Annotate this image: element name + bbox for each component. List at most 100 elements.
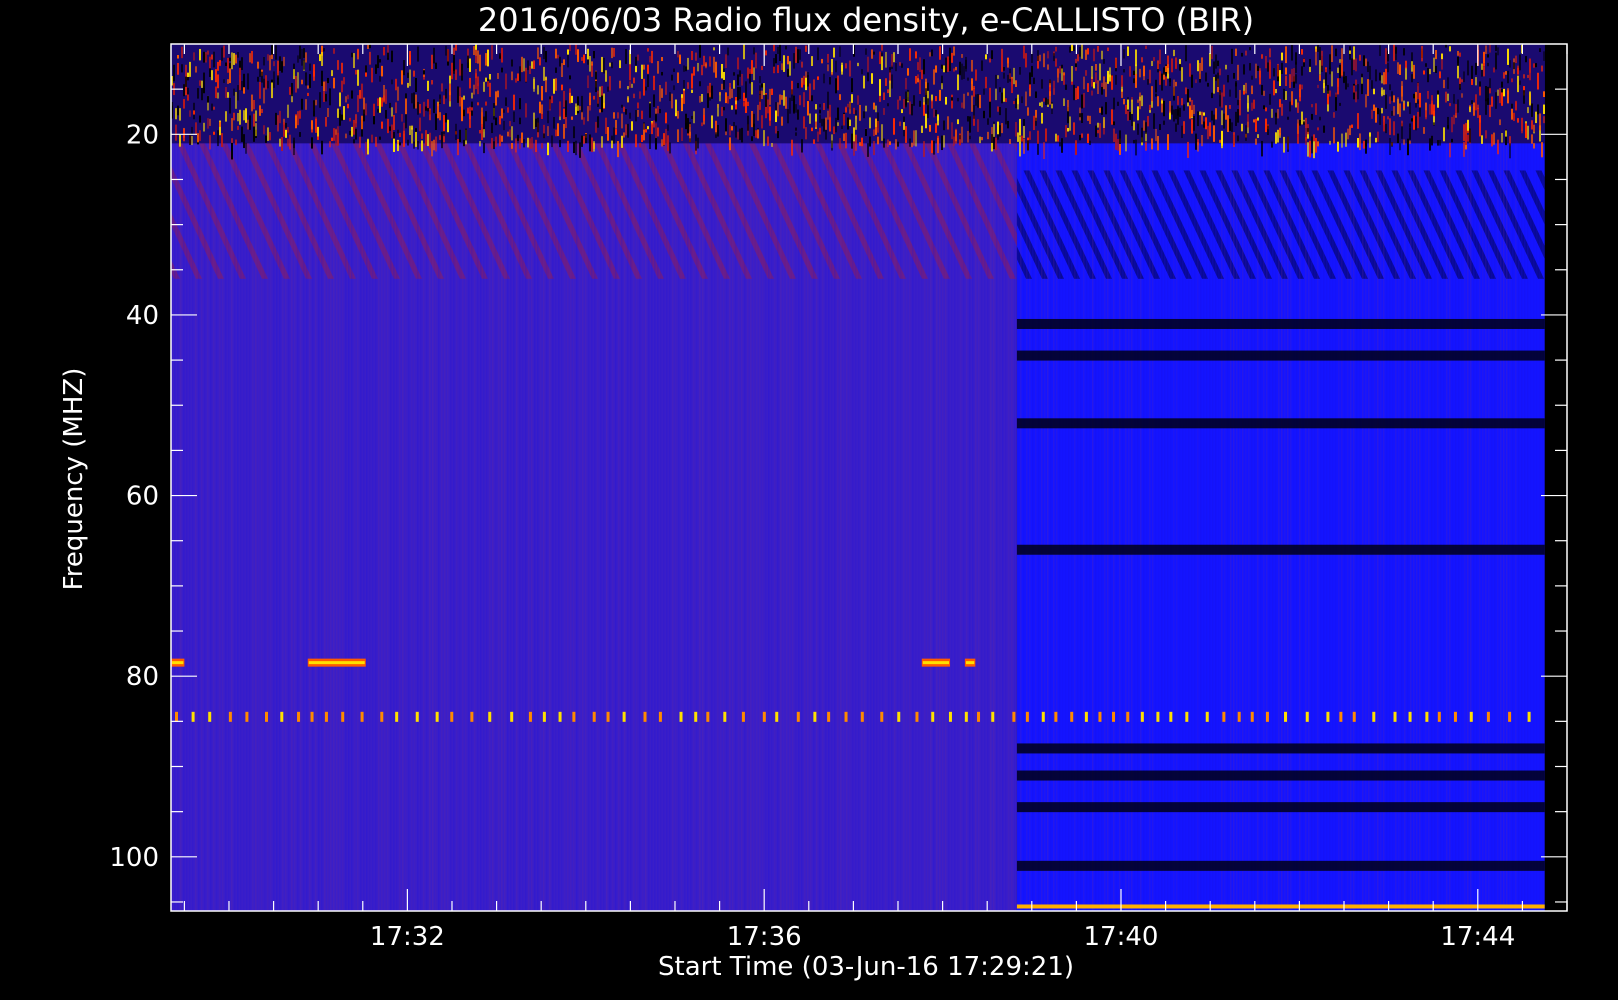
noisy-band-speckle (1257, 134, 1259, 138)
noisy-band-speckle (731, 88, 733, 98)
noisy-band-speckle (1039, 102, 1041, 106)
noisy-band-speckle (405, 114, 407, 129)
noisy-band-speckle (633, 93, 635, 99)
noisy-band-speckle (1215, 54, 1217, 69)
noisy-band-speckle (999, 107, 1001, 116)
noise-streak (801, 44, 803, 911)
noisy-band-speckle (335, 129, 337, 135)
noisy-band-speckle (263, 125, 265, 135)
noisy-band-speckle (231, 138, 233, 143)
noise-streak (207, 44, 209, 911)
noisy-band-speckle (1385, 94, 1387, 109)
noisy-band-speckle (1351, 58, 1353, 76)
noisy-band-speckle (183, 84, 185, 97)
noisy-band-speckle (1191, 99, 1193, 117)
noise-streak (1413, 44, 1415, 911)
noisy-band-speckle (927, 98, 929, 115)
noisy-band-speckle (903, 116, 905, 122)
noisy-band-speckle (599, 109, 601, 113)
noisy-band-speckle (547, 142, 549, 156)
noisy-band-speckle (823, 73, 825, 84)
noisy-band-speckle (1279, 70, 1281, 87)
noisy-band-speckle (929, 124, 931, 132)
noisy-band-speckle (1195, 79, 1197, 83)
noisy-band-speckle (1541, 142, 1543, 158)
noisy-band-speckle (1201, 134, 1203, 147)
noisy-band-speckle (1361, 77, 1363, 84)
noise-streak (999, 44, 1001, 911)
noisy-band-speckle (221, 133, 223, 148)
noise-streak (852, 44, 854, 911)
noisy-band-speckle (199, 115, 201, 123)
noisy-band-speckle (337, 60, 339, 70)
noisy-band-speckle (1193, 104, 1195, 115)
noisy-band-speckle (369, 51, 371, 65)
noisy-band-speckle (1313, 141, 1315, 159)
noisy-band-speckle (971, 59, 973, 72)
noisy-band-speckle (1493, 132, 1495, 145)
noisy-band-speckle (1281, 52, 1283, 61)
noisy-band-speckle (271, 82, 273, 99)
noisy-band-speckle (361, 115, 363, 130)
noisy-band-speckle (267, 127, 269, 141)
noise-streak (366, 44, 368, 911)
noisy-band-speckle (1511, 78, 1513, 83)
noisy-band-speckle (269, 55, 271, 71)
noisy-band-speckle (1393, 95, 1395, 103)
noisy-band-speckle (447, 49, 449, 62)
noisy-band-speckle (859, 142, 861, 146)
noise-streak (264, 44, 266, 911)
noisy-band-speckle (839, 94, 841, 101)
noisy-band-speckle (293, 140, 295, 156)
noisy-band-speckle (519, 138, 521, 149)
noise-streak (249, 44, 251, 911)
noisy-band-speckle (1351, 124, 1353, 128)
noisy-band-speckle (1073, 46, 1075, 51)
noisy-band-speckle (1501, 81, 1503, 88)
noisy-band-speckle (655, 113, 657, 122)
spike (175, 711, 178, 722)
noisy-band-speckle (903, 122, 905, 130)
noisy-band-speckle (331, 70, 333, 77)
noisy-band-speckle (1105, 82, 1107, 97)
noise-streak (945, 44, 947, 911)
noisy-band-speckle (717, 103, 719, 117)
noisy-band-speckle (941, 83, 943, 90)
noise-streak (819, 44, 821, 911)
noise-streak (1026, 44, 1028, 911)
noisy-band-speckle (1413, 93, 1415, 99)
noisy-band-speckle (1479, 119, 1481, 137)
noisy-band-speckle (635, 66, 637, 73)
noisy-band-speckle (1491, 96, 1493, 107)
noisy-band-speckle (571, 116, 573, 120)
noisy-band-speckle (1477, 104, 1479, 110)
noisy-band-speckle (413, 104, 415, 108)
noisy-band-speckle (235, 139, 237, 146)
noisy-band-speckle (777, 131, 779, 139)
noise-streak (834, 44, 836, 911)
noise-streak (1128, 44, 1130, 911)
noisy-band-speckle (343, 106, 345, 120)
noise-streak (1224, 44, 1226, 911)
noisy-band-speckle (851, 78, 853, 93)
noise-streak (1191, 44, 1193, 911)
noisy-band-speckle (933, 108, 935, 118)
noisy-band-speckle (751, 110, 753, 128)
noise-streak (273, 44, 275, 911)
noise-streak (420, 44, 422, 911)
noisy-band-speckle (231, 142, 233, 160)
noisy-band-speckle (885, 51, 887, 68)
noise-streak (315, 44, 317, 911)
noise-streak (804, 44, 806, 911)
noisy-band-speckle (1263, 105, 1265, 110)
noisy-band-speckle (541, 104, 543, 114)
noisy-band-speckle (1519, 80, 1521, 85)
dark-band-2 (1016, 350, 1545, 361)
noisy-band-speckle (985, 54, 987, 60)
noisy-band-speckle (1283, 136, 1285, 153)
noisy-band-speckle (341, 62, 343, 74)
noisy-band-speckle (1363, 140, 1365, 149)
noisy-band-speckle (911, 142, 913, 148)
noisy-band-speckle (887, 89, 889, 94)
noisy-band-speckle (855, 110, 857, 116)
